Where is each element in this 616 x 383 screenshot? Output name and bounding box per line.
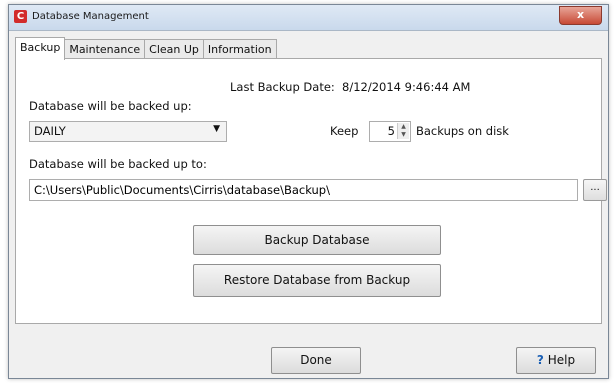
help-icon: ? — [536, 353, 544, 367]
keep-count-stepper[interactable]: 5 ▲ ▼ — [369, 121, 411, 142]
keep-count-value: 5 — [387, 124, 395, 138]
help-button[interactable]: ? Help — [516, 347, 596, 374]
backup-path-field[interactable] — [29, 179, 578, 201]
last-backup-label: Last Backup Date: — [230, 80, 335, 94]
tab-backup[interactable]: Backup — [15, 37, 66, 60]
schedule-dropdown[interactable]: DAILY ▼ — [29, 121, 227, 142]
last-backup-value: 8/12/2014 9:46:44 AM — [342, 80, 471, 94]
path-label: Database will be backed up to: — [29, 157, 207, 171]
keep-suffix-label: Backups on disk — [416, 124, 509, 138]
tab-maintenance[interactable]: Maintenance — [64, 39, 146, 59]
database-management-window: C Database Management x Backup Maintenan… — [8, 4, 609, 379]
backup-path-input[interactable] — [30, 180, 577, 200]
close-button[interactable]: x — [559, 6, 602, 25]
backup-database-button[interactable]: Backup Database — [193, 225, 441, 255]
chevron-down-icon: ▼ — [213, 124, 220, 134]
keep-label: Keep — [330, 124, 359, 138]
title-bar: C Database Management x — [9, 5, 608, 31]
browse-button[interactable]: ... — [583, 179, 607, 201]
restore-database-button[interactable]: Restore Database from Backup — [193, 264, 441, 297]
app-icon: C — [14, 10, 27, 23]
tab-information[interactable]: Information — [202, 39, 277, 59]
tab-bar: Backup Maintenance Clean Up Information — [15, 37, 277, 60]
schedule-value: DAILY — [34, 124, 66, 138]
help-label: Help — [547, 353, 576, 367]
window-title: Database Management — [32, 11, 149, 22]
done-button[interactable]: Done — [271, 347, 361, 374]
schedule-label: Database will be backed up: — [29, 99, 192, 113]
tab-clean-up[interactable]: Clean Up — [144, 39, 204, 59]
spinner-arrows-icon[interactable]: ▲ ▼ — [397, 123, 409, 139]
